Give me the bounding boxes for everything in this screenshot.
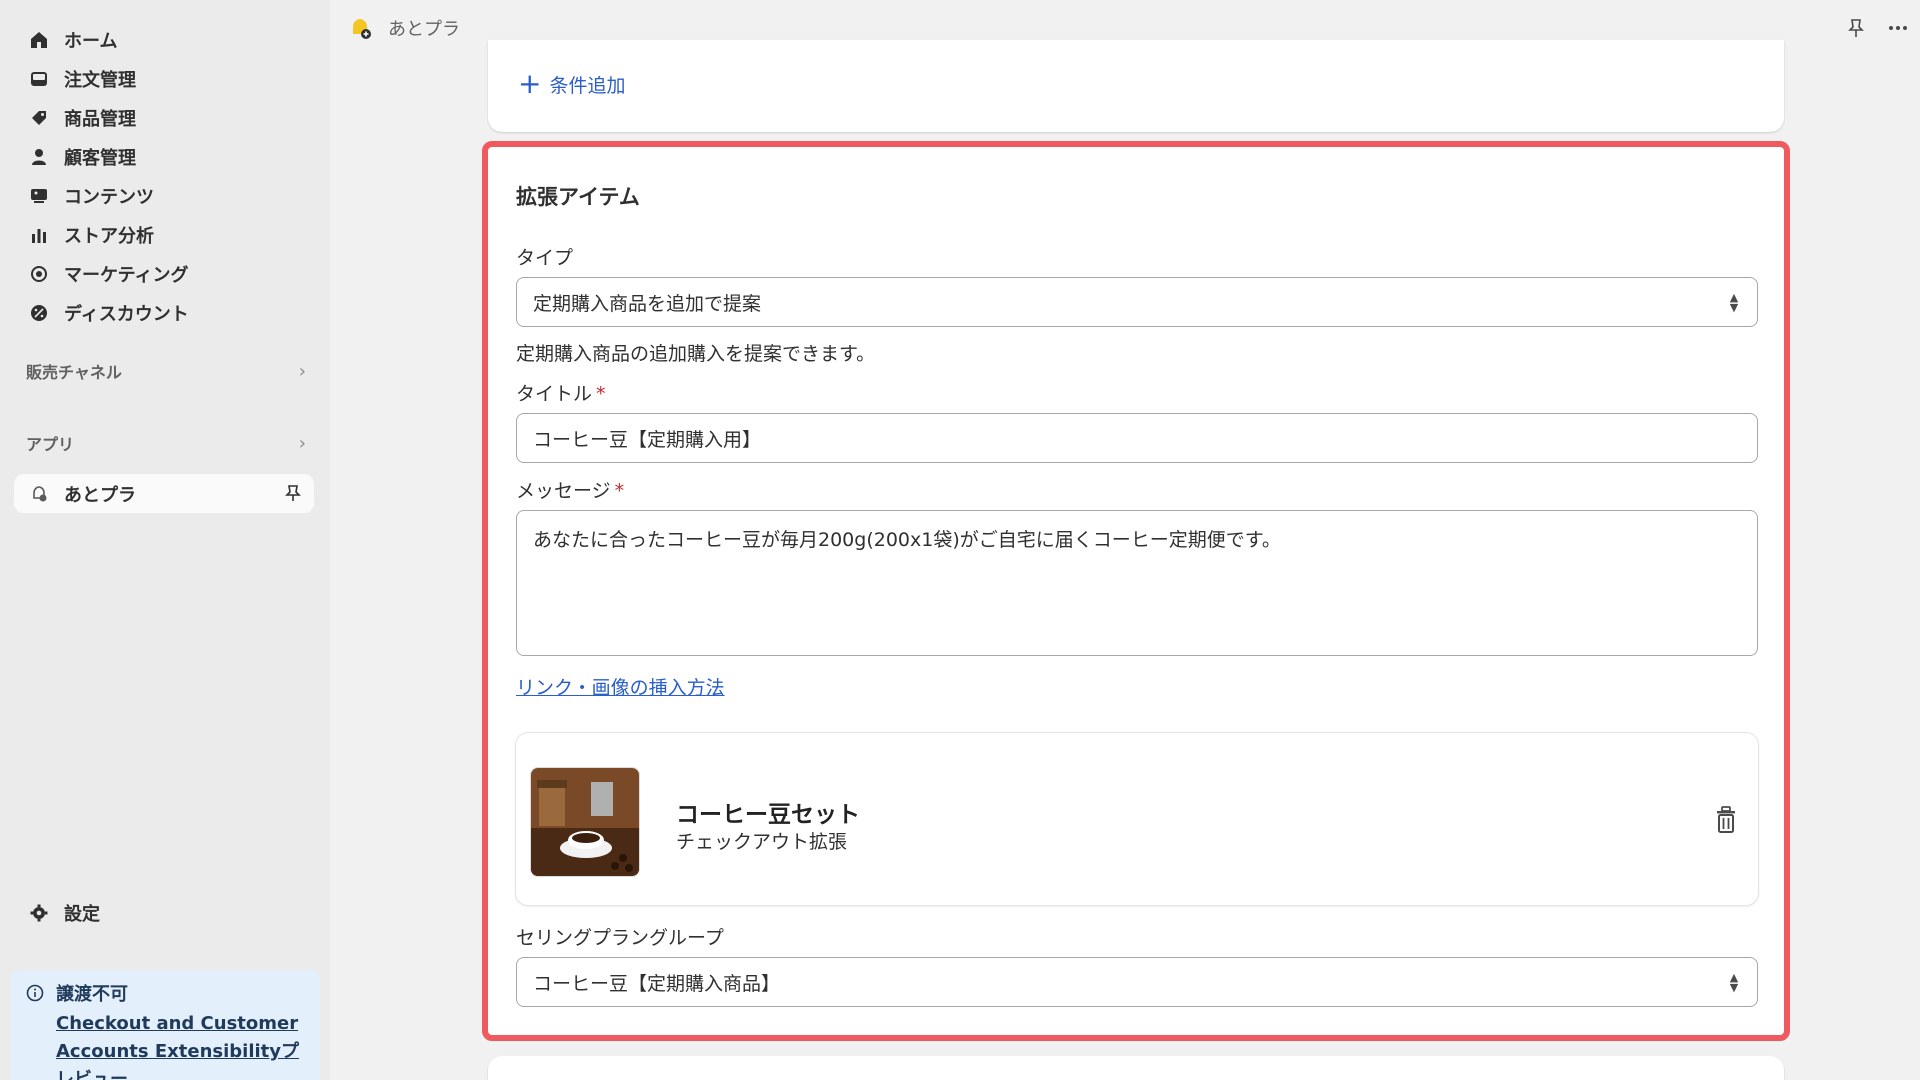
settings-label: 設定 xyxy=(64,904,100,925)
pin-icon[interactable] xyxy=(282,482,304,504)
pin-icon[interactable] xyxy=(1844,16,1868,40)
type-select-value: 定期購入商品を追加で提案 xyxy=(533,292,762,315)
type-label: タイプ xyxy=(516,247,574,269)
preview-link[interactable]: Checkout and Customer Accounts Extensibi… xyxy=(56,1010,306,1080)
next-card xyxy=(488,1056,1784,1080)
trash-icon[interactable] xyxy=(1712,805,1740,835)
add-condition-button[interactable]: + 条件追加 xyxy=(518,70,625,98)
selling-plan-select[interactable]: コーヒー豆【定期購入商品】 ▲ ▼ xyxy=(516,957,1758,1007)
title-input[interactable]: コーヒー豆【定期購入用】 xyxy=(516,413,1758,463)
nav-label: 顧客管理 xyxy=(64,147,136,169)
type-help-text: 定期購入商品の追加購入を提案できます。 xyxy=(516,343,876,365)
add-condition-label: 条件追加 xyxy=(549,74,626,97)
sidebar-item-label: あとプラ xyxy=(64,484,136,506)
message-textarea[interactable]: あなたに合ったコーヒー豆が毎月200g(200x1袋)がご自宅に届くコーヒー定期… xyxy=(516,510,1758,656)
notice-title: 譲渡不可 xyxy=(24,980,308,1006)
nav-label: ストア分析 xyxy=(64,225,154,247)
app-title: あとプラ xyxy=(388,19,460,40)
content-icon xyxy=(28,185,50,207)
sales-channels-label: 販売チャネル xyxy=(26,363,122,382)
message-textarea-value: あなたに合ったコーヒー豆が毎月200g(200x1袋)がご自宅に届くコーヒー定期… xyxy=(533,529,1281,551)
message-label-text: メッセージ xyxy=(516,480,611,502)
home-icon xyxy=(28,29,50,51)
product-subtitle: チェックアウト拡張 xyxy=(676,831,848,853)
product-title: コーヒー豆セット xyxy=(676,802,860,828)
tag-icon xyxy=(28,107,50,129)
chevron-right-icon: › xyxy=(298,432,306,454)
sales-channels-heading[interactable]: 販売チャネル › xyxy=(26,357,306,385)
nav-item-marketing[interactable]: マーケティング xyxy=(14,254,316,293)
conditions-card: + 条件追加 xyxy=(488,40,1784,132)
nav-label: ディスカウント xyxy=(64,303,189,325)
nav-item-orders[interactable]: 注文管理 xyxy=(14,59,316,98)
title-label-text: タイトル xyxy=(516,383,593,405)
app-bell-icon xyxy=(28,483,50,505)
target-icon xyxy=(28,263,50,285)
nav-item-analytics[interactable]: ストア分析 xyxy=(14,215,316,254)
nav-label: ホーム xyxy=(64,30,118,52)
product-item: コーヒー豆セット チェックアウト拡張 xyxy=(516,733,1758,905)
notice-title-text: 譲渡不可 xyxy=(56,984,128,1005)
main-nav: ホーム 注文管理 商品管理 顧客管理 コンテンツ ストア分析 マーケティング デ… xyxy=(14,20,316,332)
more-options-icon[interactable] xyxy=(1886,16,1910,40)
required-marker: * xyxy=(596,383,606,405)
type-select[interactable]: 定期購入商品を追加で提案 ▲ ▼ xyxy=(516,277,1758,327)
discount-icon xyxy=(28,302,50,324)
settings-link[interactable]: 設定 xyxy=(28,900,100,926)
apps-heading[interactable]: アプリ › xyxy=(26,429,306,457)
title-input-value: コーヒー豆【定期購入用】 xyxy=(533,428,762,451)
inbox-icon xyxy=(28,68,50,90)
nav-item-home[interactable]: ホーム xyxy=(14,20,316,59)
chevron-right-icon: › xyxy=(298,360,306,382)
topbar-actions xyxy=(1844,16,1910,40)
non-transferable-notice: 譲渡不可 Checkout and Customer Accounts Exte… xyxy=(10,970,320,1080)
nav-label: コンテンツ xyxy=(64,186,154,208)
insert-help-link[interactable]: リンク・画像の挿入方法 xyxy=(516,673,725,700)
section-heading: 拡張アイテム xyxy=(516,185,640,209)
apps-label: アプリ xyxy=(26,435,75,454)
select-arrows-icon: ▲ ▼ xyxy=(1729,971,1739,994)
nav-item-products[interactable]: 商品管理 xyxy=(14,98,316,137)
gear-icon xyxy=(28,902,50,924)
nav-item-content[interactable]: コンテンツ xyxy=(14,176,316,215)
selling-plan-label: セリングプラングループ xyxy=(516,927,724,949)
title-label: タイトル * xyxy=(516,379,606,406)
select-arrows-icon: ▲ ▼ xyxy=(1729,291,1739,314)
nav-item-discounts[interactable]: ディスカウント xyxy=(14,293,316,332)
nav-label: 注文管理 xyxy=(64,69,136,91)
product-thumbnail xyxy=(530,767,640,877)
nav-label: 商品管理 xyxy=(64,108,136,130)
person-icon xyxy=(28,146,50,168)
message-label: メッセージ * xyxy=(516,476,624,503)
app-logo-icon xyxy=(348,15,374,41)
plus-icon: + xyxy=(518,67,542,100)
sidebar: ホーム 注文管理 商品管理 顧客管理 コンテンツ ストア分析 マーケティング デ… xyxy=(0,0,330,1080)
info-icon xyxy=(24,982,46,1004)
extension-item-card: 拡張アイテム タイプ 定期購入商品を追加で提案 ▲ ▼ 定期購入商品の追加購入を提… xyxy=(482,141,1790,1041)
required-marker: * xyxy=(614,480,625,502)
nav-label: マーケティング xyxy=(64,264,189,286)
sidebar-item-atopura[interactable]: あとプラ xyxy=(14,474,314,513)
nav-item-customers[interactable]: 顧客管理 xyxy=(14,137,316,176)
selling-plan-select-value: コーヒー豆【定期購入商品】 xyxy=(533,972,781,995)
bar-chart-icon xyxy=(28,224,50,246)
